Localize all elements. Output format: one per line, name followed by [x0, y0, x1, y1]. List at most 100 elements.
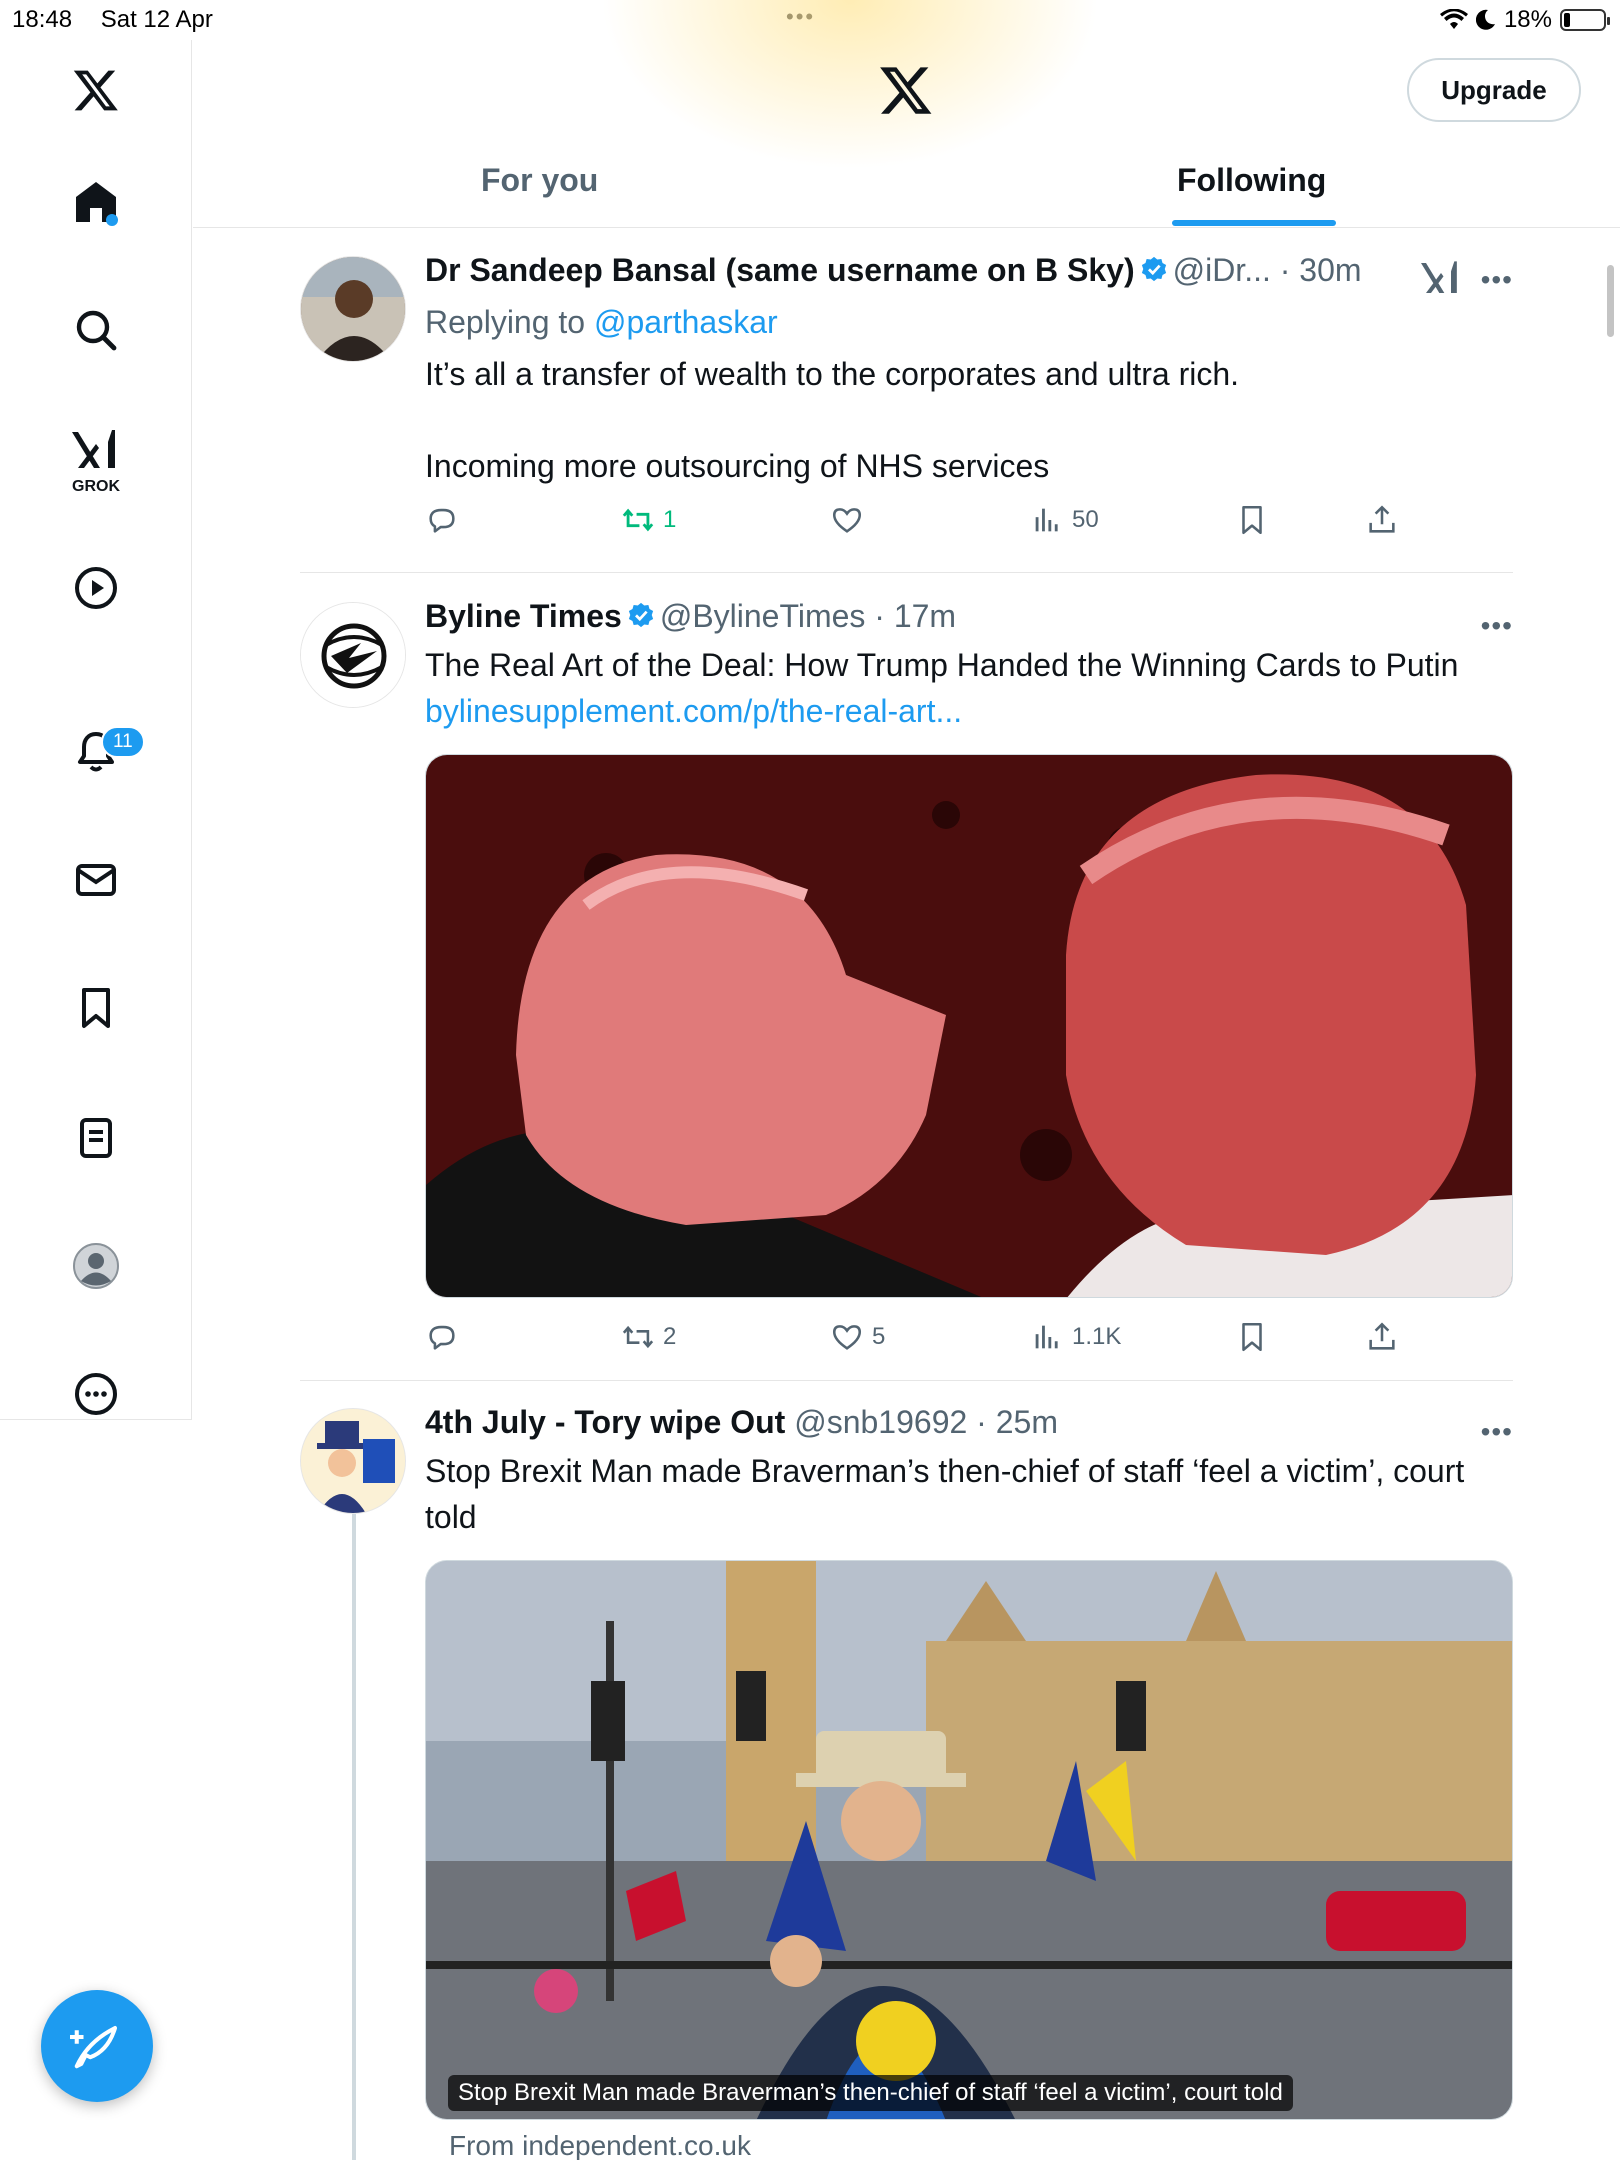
more-circle-icon — [75, 1373, 117, 1415]
putin-trump-illustration — [426, 755, 1512, 1297]
grok-explain-icon[interactable] — [1421, 258, 1461, 298]
author-handle[interactable]: @snb19692 — [794, 1404, 967, 1440]
more-options-icon[interactable]: ••• — [1481, 610, 1513, 642]
x-logo-button[interactable] — [56, 50, 136, 130]
tab-following[interactable]: Following — [1177, 162, 1326, 199]
like-button[interactable] — [830, 503, 872, 537]
tweet[interactable]: 4th July - Tory wipe Out @snb19692 · 25m… — [300, 1404, 1513, 2160]
tweet-time[interactable]: 30m — [1299, 252, 1361, 288]
retweet-count: 2 — [663, 1323, 677, 1350]
views-button[interactable]: 50 — [1030, 503, 1099, 537]
like-count: 5 — [872, 1323, 886, 1350]
search-icon — [76, 310, 117, 351]
tweet[interactable]: Byline Times @BylineTimes · 17m ••• The R… — [300, 598, 1513, 1382]
sidebar-item-explore[interactable] — [56, 290, 136, 370]
heart-icon — [832, 508, 862, 533]
tweet-divider — [300, 572, 1513, 573]
sidebar-item-lists[interactable] — [56, 1098, 136, 1178]
replying-to-handle[interactable]: @parthaskar — [594, 304, 778, 340]
reply-icon — [429, 508, 455, 533]
sidebar-item-bookmarks[interactable] — [56, 968, 136, 1048]
sidebar-item-home[interactable] — [56, 162, 136, 242]
retweet-button[interactable]: 2 — [621, 1320, 676, 1354]
tweet[interactable]: Dr Sandeep Bansal (same username on B Sk… — [300, 252, 1513, 574]
avatar[interactable] — [300, 602, 406, 708]
views-button[interactable]: 1.1K — [1030, 1320, 1121, 1354]
moon-icon — [1475, 9, 1495, 30]
replying-to-line: Replying to @parthaskar — [425, 304, 1513, 341]
retweet-button[interactable]: 1 — [621, 503, 676, 537]
tweet-text: It’s all a transfer of wealth to the cor… — [425, 356, 1240, 392]
scrollbar[interactable] — [1607, 265, 1614, 337]
sidebar-item-videos[interactable] — [56, 548, 136, 628]
reply-button[interactable] — [425, 503, 459, 537]
share-icon — [1369, 505, 1395, 533]
tab-active-indicator — [1172, 220, 1336, 226]
author-handle[interactable]: @BylineTimes — [660, 598, 866, 634]
play-icon — [75, 567, 117, 609]
link-source[interactable]: From independent.co.uk — [425, 2130, 1513, 2160]
tweet-actions: 2 5 1.1K — [425, 1320, 1513, 1370]
notifications-badge: 11 — [101, 726, 145, 758]
views-chart-icon — [1035, 1325, 1058, 1349]
verified-badge-icon — [628, 602, 653, 628]
author-name[interactable]: Dr Sandeep Bansal (same username on B Sk… — [425, 252, 1135, 288]
grok-icon — [72, 430, 115, 468]
share-icon — [1369, 1322, 1395, 1350]
wifi-icon — [1439, 9, 1468, 29]
tweet-time[interactable]: 25m — [996, 1404, 1058, 1440]
avatar[interactable] — [300, 256, 406, 362]
retweet-icon — [622, 508, 654, 532]
retweet-count: 1 — [663, 506, 677, 533]
bookmark-icon — [82, 988, 110, 1028]
tweet-text: Incoming more outsourcing of NHS service… — [425, 448, 1050, 484]
sidebar-item-profile[interactable] — [56, 1226, 136, 1306]
list-icon — [80, 1118, 112, 1158]
mail-icon — [76, 864, 116, 896]
byline-globe-logo — [301, 603, 405, 707]
tweet-text: Stop Brexit Man made Braverman’s then-ch… — [425, 1453, 1465, 1535]
like-button[interactable]: 5 — [830, 1320, 885, 1354]
share-button[interactable] — [1365, 503, 1399, 537]
tab-for-you[interactable]: For you — [481, 162, 598, 199]
author-name[interactable]: 4th July - Tory wipe Out — [425, 1404, 785, 1440]
westminster-protest-photo — [426, 1561, 1512, 2119]
tweet-media-image[interactable] — [425, 754, 1513, 1298]
tweet-divider — [300, 1380, 1513, 1381]
reply-icon — [429, 1325, 455, 1350]
author-handle[interactable]: @iDr... — [1173, 252, 1271, 288]
tweet-link[interactable]: bylinesupplement.com/p/the-real-art... — [425, 693, 962, 729]
x-logo-icon — [73, 70, 118, 111]
heart-icon — [832, 1325, 862, 1350]
tweet-text-body: The Real Art of the Deal: How Trump Hand… — [425, 647, 1459, 683]
battery-icon — [1560, 9, 1610, 31]
avatar[interactable] — [300, 1408, 406, 1514]
timeline-tabs: For you Following — [193, 150, 1620, 228]
share-button[interactable] — [1365, 1320, 1399, 1354]
status-date: Sat 12 Apr — [100, 6, 213, 33]
grok-label: GROK — [72, 478, 120, 495]
x-logo-icon[interactable] — [878, 62, 934, 118]
more-options-icon[interactable]: ••• — [1481, 1416, 1513, 1448]
bookmark-button[interactable] — [1235, 1320, 1269, 1354]
tweet-text: The Real Art of the Deal: How Trump Hand… — [425, 642, 1513, 734]
views-count: 1.1K — [1072, 1323, 1122, 1350]
header-glow — [600, 0, 1100, 170]
bookmark-icon — [1242, 1322, 1262, 1352]
compose-post-button[interactable] — [41, 1990, 153, 2102]
battery-percent: 18% — [1503, 6, 1552, 33]
tweet-time[interactable]: 17m — [894, 598, 956, 634]
sidebar-item-more[interactable] — [56, 1354, 136, 1434]
more-options-icon[interactable]: ••• — [1481, 264, 1513, 296]
upgrade-button[interactable]: Upgrade — [1407, 58, 1581, 122]
status-time: 18:48 — [12, 6, 73, 33]
sidebar-item-messages[interactable] — [56, 840, 136, 920]
tweet-media-image[interactable]: Stop Brexit Man made Braverman’s then-ch… — [425, 1560, 1513, 2120]
profile-avatar-icon — [73, 1243, 119, 1289]
bookmark-button[interactable] — [1235, 503, 1269, 537]
bookmark-icon — [1242, 505, 1262, 535]
author-name[interactable]: Byline Times — [425, 598, 622, 634]
thread-line — [352, 1514, 356, 2160]
reply-button[interactable] — [425, 1320, 459, 1354]
views-count: 50 — [1072, 506, 1099, 533]
